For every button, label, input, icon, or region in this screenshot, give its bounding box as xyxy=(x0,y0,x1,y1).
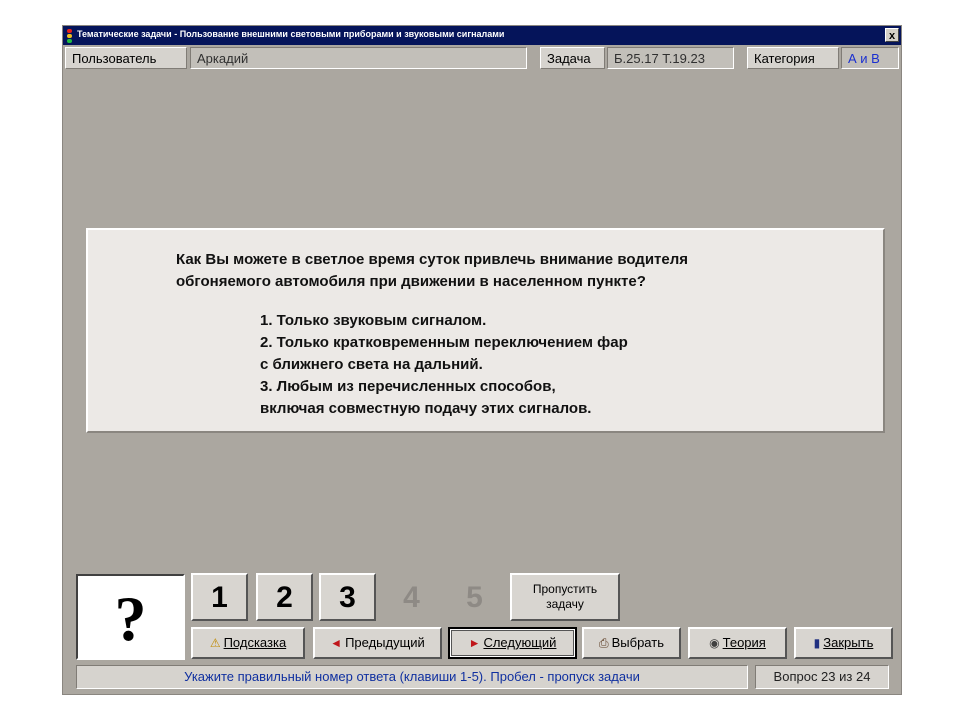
answer-button-2[interactable]: 2 xyxy=(256,573,313,621)
answer-button-3[interactable]: 3 xyxy=(319,573,376,621)
eye-icon: ◉ xyxy=(709,636,720,650)
app-window: Тематические задачи - Пользование внешни… xyxy=(62,25,902,695)
theory-button-label: Теория xyxy=(722,635,766,650)
category-label: Категория xyxy=(747,47,839,69)
previous-button[interactable]: ◄ Предыдущий xyxy=(313,627,442,659)
arrow-left-icon: ◄ xyxy=(330,636,343,650)
next-button-label: Следующий xyxy=(483,635,557,650)
next-button[interactable]: ► Следующий xyxy=(448,627,577,659)
close-button[interactable]: ▮ Закрыть xyxy=(794,627,893,659)
answer-indicator: ? xyxy=(76,574,185,660)
answer-button-5: 5 xyxy=(446,573,503,621)
info-bar: Пользователь Аркадий Задача Б.25.17 Т.19… xyxy=(65,47,899,69)
previous-button-label: Предыдущий xyxy=(345,635,425,650)
question-text: Как Вы можете в светлое время суток прив… xyxy=(176,251,689,290)
task-value: Б.25.17 Т.19.23 xyxy=(607,47,734,69)
arrow-right-icon: ► xyxy=(468,636,481,650)
warning-triangle-icon: ⚠ xyxy=(209,636,221,650)
status-message: Укажите правильный номер ответа (клавиши… xyxy=(76,665,748,689)
user-label: Пользователь xyxy=(65,47,187,69)
choose-button[interactable]: ⎙ Выбрать xyxy=(582,627,681,659)
printer-icon: ⎙ xyxy=(599,636,609,650)
answer-list: 1. Только звуковым сигналом. 2. Только к… xyxy=(260,310,860,420)
answer-option-2: 2. Только кратковременным переключением … xyxy=(260,334,628,373)
hint-button[interactable]: ⚠ Подсказка xyxy=(191,627,305,659)
hint-button-label: Подсказка xyxy=(223,635,287,650)
answer-option-3: 3. Любым из перечисленных способов, вклю… xyxy=(260,378,592,417)
question-mark-icon: ? xyxy=(114,583,147,654)
window-close-button[interactable]: x xyxy=(885,28,899,42)
choose-button-label: Выбрать xyxy=(611,635,664,650)
skip-task-button[interactable]: Пропустить задачу xyxy=(510,573,620,621)
user-value: Аркадий xyxy=(190,47,527,69)
question-counter: Вопрос 23 из 24 xyxy=(755,665,889,689)
question-panel: Как Вы можете в светлое время суток прив… xyxy=(86,228,885,433)
category-value: А и В xyxy=(841,47,899,69)
task-label: Задача xyxy=(540,47,605,69)
exit-door-icon: ▮ xyxy=(813,636,821,650)
answer-button-1[interactable]: 1 xyxy=(191,573,248,621)
answer-button-4: 4 xyxy=(383,573,440,621)
window-title: Тематические задачи - Пользование внешни… xyxy=(77,29,505,39)
theory-button[interactable]: ◉ Теория xyxy=(688,627,787,659)
close-button-label: Закрыть xyxy=(823,635,874,650)
answer-option-1: 1. Только звуковым сигналом. xyxy=(260,312,487,329)
traffic-light-icon xyxy=(67,29,72,43)
title-bar: Тематические задачи - Пользование внешни… xyxy=(63,26,901,45)
